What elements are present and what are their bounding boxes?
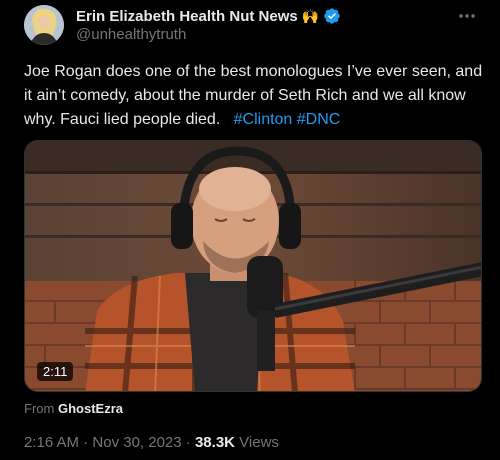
meta-separator: · xyxy=(83,434,89,451)
more-options-icon[interactable] xyxy=(456,7,478,25)
author-avatar[interactable] xyxy=(24,5,64,45)
author-name-row: Erin Elizabeth Health Nut News 🙌 xyxy=(76,6,341,26)
video-attribution: From GhostEzra xyxy=(24,401,123,416)
video-thumbnail xyxy=(25,141,481,391)
author-handle[interactable]: @unhealthytruth xyxy=(76,26,186,43)
hashtag-dnc[interactable]: #DNC xyxy=(297,111,341,128)
tweet-meta: 2:16 AM · Nov 30, 2023 · 38.3K Views xyxy=(24,434,279,451)
video-duration-badge: 2:11 xyxy=(37,362,74,381)
tweet-text: Joe Rogan does one of the best monologue… xyxy=(24,60,486,132)
hashtag-clinton[interactable]: #Clinton xyxy=(234,111,293,128)
author-name[interactable]: Erin Elizabeth Health Nut News xyxy=(76,8,298,25)
tweet-time[interactable]: 2:16 AM xyxy=(24,434,79,451)
raised-hands-emoji: 🙌 xyxy=(301,8,320,24)
attribution-prefix: From xyxy=(24,401,55,416)
tweet-card: Erin Elizabeth Health Nut News 🙌 @unheal… xyxy=(0,0,500,460)
tweet-date[interactable]: Nov 30, 2023 xyxy=(92,434,181,451)
avatar-image xyxy=(24,5,64,45)
meta-separator-2: · xyxy=(185,434,191,451)
attribution-source-link[interactable]: GhostEzra xyxy=(58,401,123,416)
views-label: Views xyxy=(239,434,279,451)
views-count[interactable]: 38.3K xyxy=(195,434,235,451)
verified-badge-icon xyxy=(323,7,341,25)
video-player[interactable]: 2:11 xyxy=(24,140,482,392)
